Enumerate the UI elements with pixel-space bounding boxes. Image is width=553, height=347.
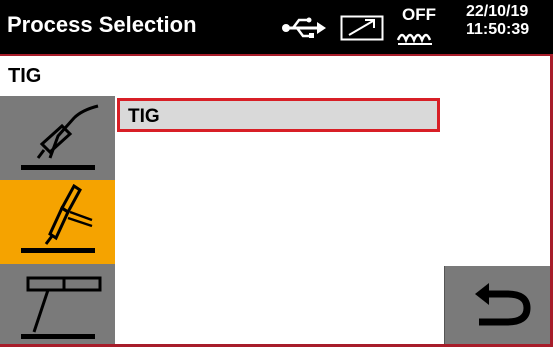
mig-torch-icon — [21, 104, 99, 170]
process-list: TIG — [115, 96, 444, 344]
page-title: Process Selection — [7, 12, 197, 37]
usb-icon — [282, 17, 326, 38]
screen-export-icon — [340, 15, 384, 41]
time-label: 11:50:39 — [466, 21, 530, 38]
selected-process-label: TIG — [8, 65, 42, 87]
subtitle-bar: TIG — [0, 56, 550, 96]
datetime: 22/10/19 11:50:39 — [466, 3, 550, 39]
list-item-label: TIG — [128, 106, 160, 127]
title-bar: Process Selection OFF 22/10/19 11:50:39 — [0, 0, 553, 54]
sidebar-item-mig[interactable] — [0, 96, 115, 181]
process-sidebar — [0, 96, 115, 344]
status-off-label: OFF — [402, 5, 436, 24]
list-item-tig[interactable]: TIG — [117, 98, 440, 132]
date-label: 22/10/19 — [466, 3, 529, 20]
sidebar-item-mma[interactable] — [0, 264, 115, 344]
return-arrow-icon — [475, 283, 531, 326]
tig-torch-icon — [21, 183, 95, 253]
back-button[interactable] — [444, 266, 550, 344]
arc-status: OFF — [396, 3, 436, 49]
sidebar-item-tig[interactable] — [0, 180, 115, 265]
mma-electrode-icon — [21, 276, 102, 339]
wave-icon — [396, 33, 432, 45]
